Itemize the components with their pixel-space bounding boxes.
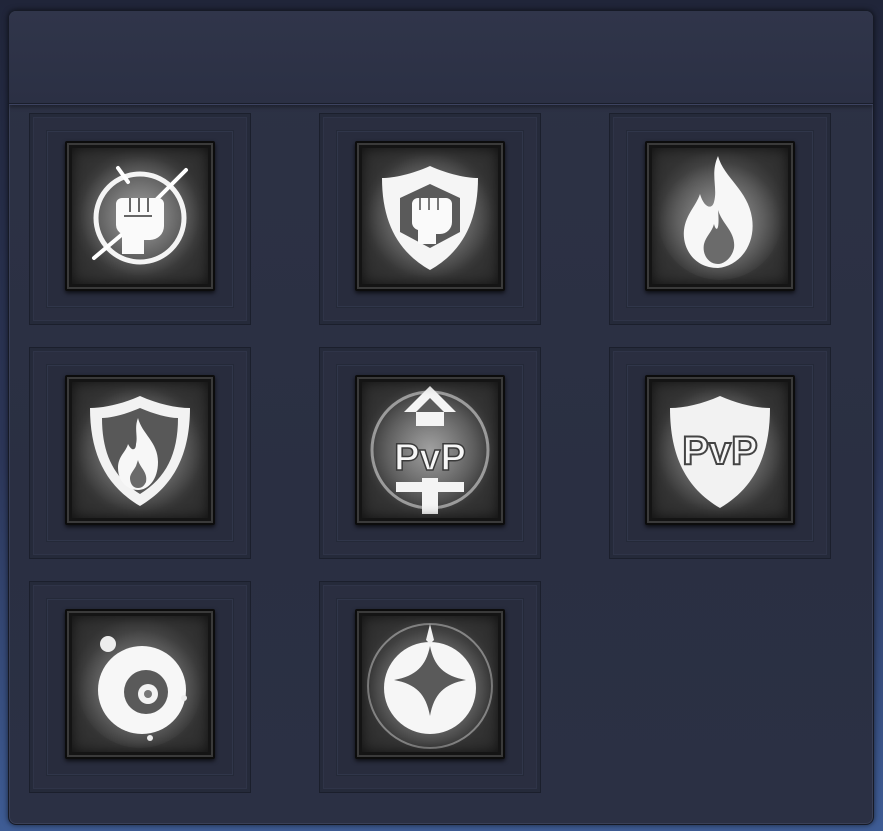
star-orb-icon <box>362 616 498 752</box>
icon-frame <box>355 609 505 759</box>
buff-slot-attack[interactable] <box>29 113 251 325</box>
flame-shield-icon <box>72 382 208 518</box>
icon-frame <box>355 141 505 291</box>
buff-grid: PvP PvP <box>29 113 831 803</box>
buff-slot-pvp-attack[interactable]: PvP <box>319 347 541 559</box>
icon-frame <box>65 141 215 291</box>
buff-slot-fire[interactable] <box>609 113 831 325</box>
icon-frame: PvP <box>645 375 795 525</box>
icon-frame <box>645 141 795 291</box>
buff-slot-fire-resist[interactable] <box>29 347 251 559</box>
pvp-label: PvP <box>394 437 466 479</box>
pvp-label: PvP <box>682 429 758 473</box>
flame-icon <box>652 148 788 284</box>
buff-slot-pvp-defense[interactable]: PvP <box>609 347 831 559</box>
fist-shield-icon <box>362 148 498 284</box>
buff-slot-defense[interactable] <box>319 113 541 325</box>
icon-frame <box>65 375 215 525</box>
pvp-sword-icon: PvP <box>362 382 498 518</box>
icon-frame <box>65 609 215 759</box>
icon-frame: PvP <box>355 375 505 525</box>
buff-slot-star[interactable] <box>319 581 541 793</box>
buff-slot-orb[interactable] <box>29 581 251 793</box>
fist-burst-icon <box>72 148 208 284</box>
panel-header[interactable] <box>9 11 873 104</box>
orb-ring-icon <box>72 616 208 752</box>
pvp-shield-icon: PvP <box>652 382 788 518</box>
